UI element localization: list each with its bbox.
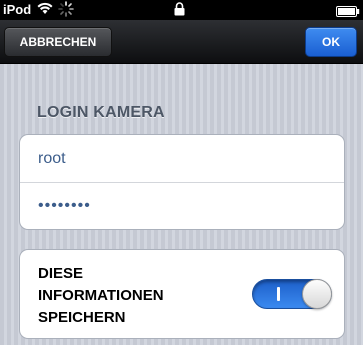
section-header-login: LOGIN KAMERA [37,104,165,121]
save-info-label: DIESE INFORMATIONEN SPEICHERN [38,263,164,329]
cancel-button[interactable]: ABBRECHEN [4,27,112,57]
password-value: •••••••• [38,197,91,214]
password-field[interactable]: •••••••• [20,182,344,229]
lock-icon [174,2,185,19]
activity-spinner-icon [58,1,74,20]
login-group: root •••••••• [19,134,345,230]
carrier-label: iPod [3,2,32,17]
status-bar: iPod [0,0,363,20]
save-info-group: DIESE INFORMATIONEN SPEICHERN [19,249,345,339]
ok-button[interactable]: OK [305,27,357,57]
save-info-label-line-2: INFORMATIONEN [38,287,164,304]
wifi-icon [37,2,53,18]
toggle-knob[interactable] [302,279,332,309]
username-field[interactable]: root [20,135,344,182]
navigation-bar: ABBRECHEN OK [0,20,363,64]
save-info-label-line-1: DIESE [38,265,84,282]
toggle-on-mark-icon [277,287,280,301]
battery-icon [336,5,360,20]
username-value: root [38,149,66,167]
save-info-label-line-3: SPEICHERN [38,309,126,326]
save-info-toggle[interactable] [252,279,332,309]
